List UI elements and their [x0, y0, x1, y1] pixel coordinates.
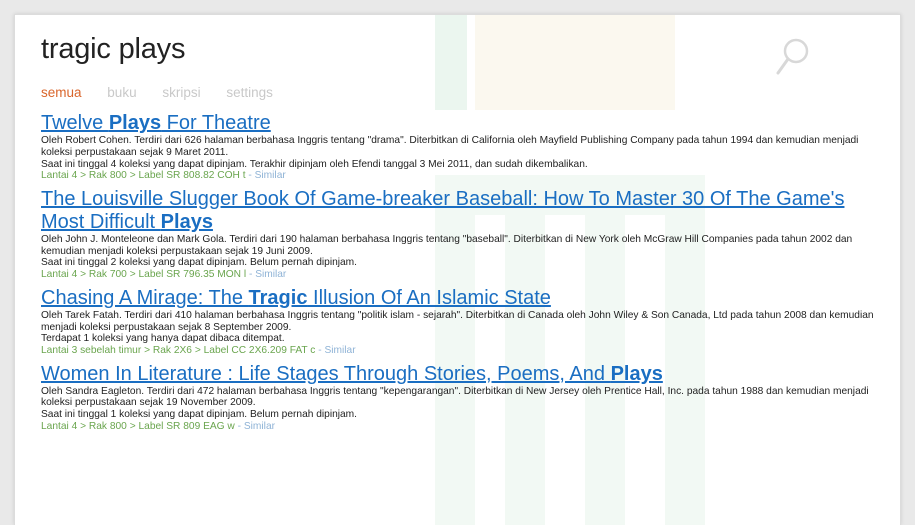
result-availability: Saat ini tinggal 1 koleksi yang dapat di… [41, 409, 358, 421]
location-part: Rak 800 [88, 421, 127, 433]
location-part: Lantai 4 [41, 269, 78, 281]
result-description: Oleh Tarek Fatah. Terdiri dari 410 halam… [41, 309, 874, 333]
result-title-part: Plays [108, 112, 162, 134]
result-title-part: Illusion Of An Islamic State [307, 286, 551, 309]
result-title-part: Chasing A Mirage: The [41, 286, 249, 309]
result-location: Lantai 3 sebelah timur > Rak 2X6 > Label… [41, 345, 886, 358]
location-separator: > [129, 170, 136, 182]
result-title-link[interactable]: Women In Literature : Life Stages Throug… [41, 363, 886, 386]
tab-skripsi[interactable]: skripsi [162, 85, 200, 100]
result-title-part: Tragic [248, 286, 308, 309]
result-location: Lantai 4 > Rak 800 > Label SR 808.82 COH… [41, 170, 886, 183]
location-part: Rak 2X6 [152, 345, 192, 357]
similar-link[interactable]: Similar [255, 170, 286, 181]
search-icon[interactable] [775, 37, 811, 77]
result-title-part: Plays [610, 362, 663, 385]
location-separator: > [80, 421, 87, 433]
result-description: Oleh John J. Monteleone dan Mark Gola. T… [41, 233, 853, 257]
location-part: Label SR 809 EAG w [138, 421, 235, 433]
location-separator: > [129, 421, 136, 433]
location-part: Label SR 796.35 MON l [138, 269, 247, 281]
similar-link[interactable]: Similar [324, 345, 355, 356]
result-description: Oleh Sandra Eagleton. Terdiri dari 472 h… [41, 385, 869, 409]
result-item: Twelve Plays For Theatre Oleh Robert Cohe… [41, 112, 886, 183]
result-description: Oleh Robert Cohen. Terdiri dari 626 hala… [41, 135, 859, 158]
search-query[interactable]: tragic plays [41, 33, 185, 66]
similar-link[interactable]: Similar [255, 269, 286, 280]
result-location: Lantai 4 > Rak 700 > Label SR 796.35 MON… [41, 269, 886, 282]
result-item: Chasing A Mirage: The Tragic Illusion Of… [41, 287, 886, 358]
result-title-part: Women In Literature : Life Stages Throug… [41, 362, 611, 385]
result-title-part: Twelve [41, 112, 109, 134]
location-part: Lantai 4 [41, 170, 78, 182]
similar-separator: - [248, 269, 253, 281]
location-part: Label SR 808.82 COH t [138, 170, 246, 182]
similar-separator: - [318, 345, 322, 357]
similar-separator: - [237, 421, 242, 433]
result-location: Lantai 4 > Rak 800 > Label SR 809 EAG w … [41, 421, 886, 434]
similar-separator: - [248, 170, 252, 182]
location-separator: > [144, 345, 151, 357]
tab-semua[interactable]: semua [41, 85, 82, 100]
result-title-link[interactable]: Chasing A Mirage: The Tragic Illusion Of… [41, 287, 886, 310]
result-availability: Saat ini tinggal 4 koleksi yang dapat di… [41, 158, 588, 170]
tab-settings[interactable]: settings [226, 85, 273, 100]
search-results-page: tragic plays semua buku skripsi settings… [14, 14, 901, 525]
result-availability: Saat ini tinggal 2 koleksi yang dapat di… [41, 257, 358, 269]
filter-tabs: semua buku skripsi settings [41, 85, 295, 100]
similar-link[interactable]: Similar [244, 421, 275, 432]
location-separator: > [129, 269, 136, 281]
tab-buku[interactable]: buku [107, 85, 136, 100]
result-title-link[interactable]: The Louisville Slugger Book Of Game-brea… [41, 188, 886, 234]
result-title-part: For Theatre [161, 112, 271, 134]
location-separator: > [80, 269, 87, 281]
result-item: The Louisville Slugger Book Of Game-brea… [41, 188, 886, 282]
result-item: Women In Literature : Life Stages Throug… [41, 363, 886, 434]
result-availability: Terdapat 1 koleksi yang hanya dapat diba… [41, 333, 285, 345]
result-title-part: Plays [160, 210, 213, 233]
results-list: Twelve Plays For Theatre Oleh Robert Cohe… [41, 112, 886, 439]
location-separator: > [194, 345, 201, 357]
location-part: Rak 800 [88, 170, 127, 182]
result-title-link[interactable]: Twelve Plays For Theatre [41, 112, 886, 135]
location-part: Rak 700 [88, 269, 127, 281]
location-separator: > [80, 170, 87, 182]
location-part: Label CC 2X6.209 FAT c [203, 345, 316, 357]
location-part: Lantai 3 sebelah timur [41, 345, 142, 357]
location-part: Lantai 4 [41, 421, 78, 433]
